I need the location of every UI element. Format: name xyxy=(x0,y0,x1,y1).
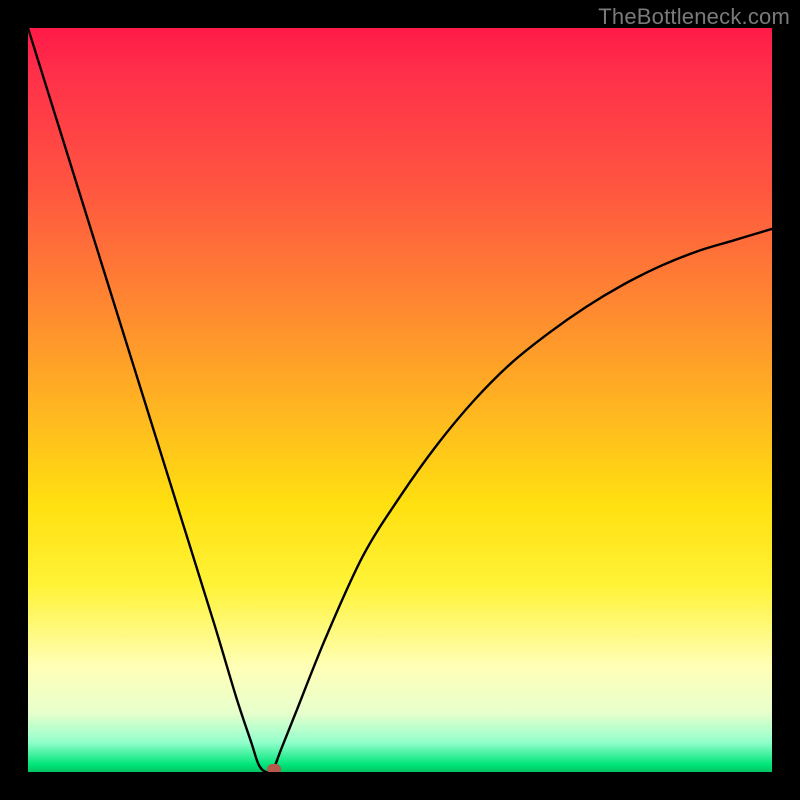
plot-area xyxy=(28,28,772,772)
bottleneck-curve xyxy=(28,28,772,772)
optimal-point-marker xyxy=(267,764,281,772)
chart-frame: TheBottleneck.com xyxy=(0,0,800,800)
watermark-label: TheBottleneck.com xyxy=(598,4,790,30)
